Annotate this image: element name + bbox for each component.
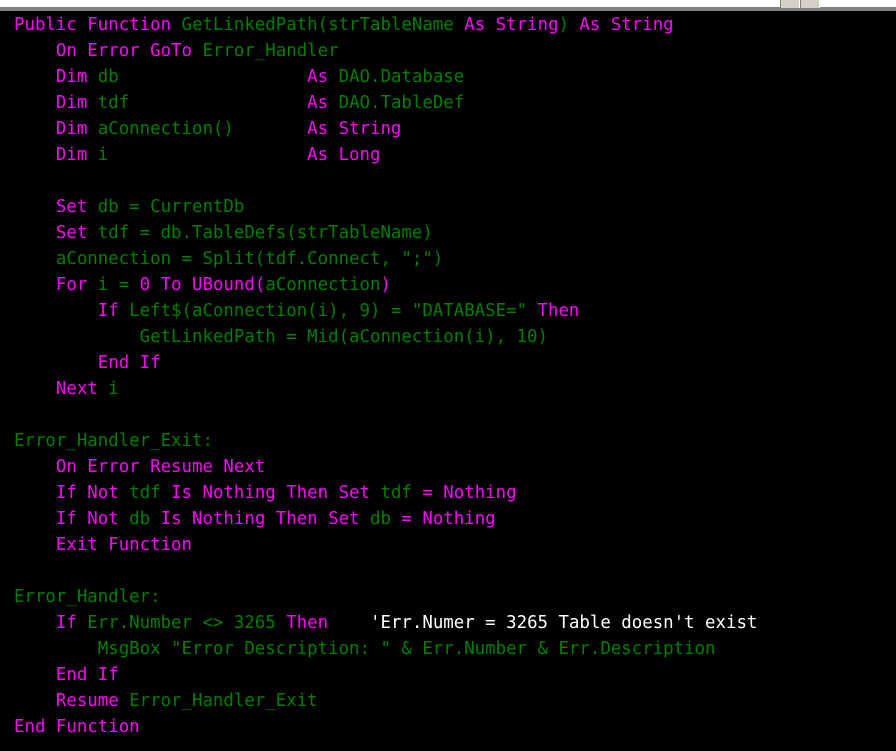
code-token-kw: Then	[537, 301, 580, 321]
code-token-kw: End If	[14, 353, 161, 373]
code-token-id: aConnection = Split(tdf.Connect, ";")	[14, 249, 444, 269]
code-line[interactable]: Set db = CurrentDb	[14, 194, 757, 220]
code-line[interactable]: For i = 0 To UBound(aConnection)	[14, 272, 757, 298]
code-listing[interactable]: Public Function GetLinkedPath(strTableNa…	[14, 12, 757, 740]
code-token-kw: Dim	[14, 93, 98, 113]
code-token-kw: Set	[14, 223, 98, 243]
code-token-kw: )	[380, 275, 391, 295]
code-token-id: tdf = db.TableDefs(strTableName)	[97, 223, 433, 243]
title-bar-button-slot-2[interactable]	[800, 0, 820, 8]
code-token-id	[328, 613, 370, 633]
code-token-id: Left$(aConnection(i), 9) = "DATABASE="	[129, 301, 538, 321]
code-line[interactable]: If Not db Is Nothing Then Set db = Nothi…	[14, 506, 757, 532]
code-line[interactable]: Public Function GetLinkedPath(strTableNa…	[14, 12, 757, 38]
code-line[interactable]: aConnection = Split(tdf.Connect, ";")	[14, 246, 757, 272]
code-line[interactable]: Dim tdf As DAO.TableDef	[14, 90, 757, 116]
code-token-kw: For	[14, 275, 98, 295]
code-token-kw: Set	[14, 197, 98, 217]
code-editor-surface[interactable]: Public Function GetLinkedPath(strTableNa…	[0, 11, 896, 751]
code-token-id: MsgBox "Error Description: " & Err.Numbe…	[14, 639, 716, 659]
code-token-kw: If Not	[14, 483, 130, 503]
code-line[interactable]: Dim i As Long	[14, 142, 757, 168]
code-line[interactable]: End If	[14, 350, 757, 376]
code-line[interactable]: Set tdf = db.TableDefs(strTableName)	[14, 220, 757, 246]
code-token-id: GetLinkedPath(strTableName	[181, 15, 465, 35]
code-line[interactable]: If Left$(aConnection(i), 9) = "DATABASE=…	[14, 298, 757, 324]
title-bar-button-slot-1[interactable]	[780, 0, 800, 8]
code-token-kw: Dim	[14, 145, 98, 165]
code-token-kw: On Error Resume Next	[14, 457, 266, 477]
code-token-kw: As String	[568, 15, 674, 35]
code-token-kw: 0 To UBound(	[139, 275, 266, 295]
code-token-kw: End If	[14, 665, 119, 685]
code-token-kw: End Function	[14, 717, 140, 737]
code-token-id: Err.Number <> 3265	[87, 613, 287, 633]
code-line[interactable]: On Error Resume Next	[14, 454, 757, 480]
code-token-id: )	[558, 15, 569, 35]
code-token-id: db = CurrentDb	[97, 197, 245, 217]
code-line[interactable]: GetLinkedPath = Mid(aConnection(i), 10)	[14, 324, 757, 350]
code-line[interactable]	[14, 168, 757, 194]
code-token-kw: If	[14, 613, 88, 633]
code-token-kw: As String	[464, 15, 559, 35]
code-line[interactable]	[14, 402, 757, 428]
code-token-kw: On Error GoTo	[14, 41, 203, 61]
code-token-id: aConnection()	[97, 119, 308, 139]
code-token-kw: Dim	[14, 119, 98, 139]
code-token-kw: As String	[307, 119, 402, 139]
code-token-id: db	[97, 67, 308, 87]
code-token-id: DAO.TableDef	[338, 93, 465, 113]
code-token-id: i	[97, 275, 119, 295]
code-token-id: aConnection	[265, 275, 381, 295]
code-token-kw: Is Nothing Then Set	[160, 509, 370, 529]
code-token-kw: If	[14, 301, 130, 321]
code-token-kw: Public Function	[14, 15, 182, 35]
code-token-kw: If Not	[14, 509, 130, 529]
code-token-kw: Next	[14, 379, 109, 399]
code-line[interactable]: Dim db As DAO.Database	[14, 64, 757, 90]
code-line[interactable]: MsgBox "Error Description: " & Err.Numbe…	[14, 636, 757, 662]
code-token-kw: Then	[286, 613, 329, 633]
code-token-id: Error_Handler_Exit	[129, 691, 318, 711]
code-line[interactable]: Next i	[14, 376, 757, 402]
code-token-id: Error_Handler_Exit:	[14, 431, 213, 451]
code-line[interactable]: Dim aConnection() As String	[14, 116, 757, 142]
code-line[interactable]: If Err.Number <> 3265 Then 'Err.Numer = …	[14, 610, 758, 636]
title-bar-inner	[0, 0, 896, 8]
code-token-kw: As	[307, 93, 339, 113]
code-line[interactable]: Exit Function	[14, 532, 757, 558]
code-line[interactable]: End Function	[14, 714, 757, 740]
code-line[interactable]: On Error GoTo Error_Handler	[14, 38, 757, 64]
code-token-kw: Resume	[14, 691, 130, 711]
code-token-id: db	[129, 509, 161, 529]
code-token-cmt: 'Err.Numer = 3265 Table doesn't exist	[370, 613, 758, 633]
code-line[interactable]: End If	[14, 662, 757, 688]
code-token-id: =	[118, 275, 140, 295]
code-line[interactable]: Resume Error_Handler_Exit	[14, 688, 757, 714]
code-token-id: tdf	[129, 483, 172, 503]
window-title-bar	[0, 0, 896, 11]
code-token-kw: As Long	[307, 145, 381, 165]
code-token-id: GetLinkedPath = Mid(aConnection(i), 10)	[14, 327, 548, 347]
code-token-kw: Exit Function	[14, 535, 192, 555]
code-token-id: Error_Handler	[202, 41, 339, 61]
code-token-id: Error_Handler:	[14, 587, 161, 607]
code-token-id: i	[97, 145, 308, 165]
code-token-id: i	[108, 379, 119, 399]
code-line[interactable]: Error_Handler:	[14, 584, 757, 610]
code-line[interactable]	[14, 558, 757, 584]
code-token-id: DAO.Database	[338, 67, 465, 87]
code-token-kw: As	[307, 67, 339, 87]
code-token-kw: Is Nothing Then Set	[171, 483, 381, 503]
code-token-kw: = Nothing	[401, 509, 496, 529]
code-token-id: tdf	[97, 93, 308, 113]
code-line[interactable]: If Not tdf Is Nothing Then Set tdf = Not…	[14, 480, 757, 506]
code-token-id: db	[370, 509, 402, 529]
code-token-kw: Dim	[14, 67, 98, 87]
code-token-id: tdf	[380, 483, 423, 503]
code-token-kw: = Nothing	[422, 483, 517, 503]
code-line[interactable]: Error_Handler_Exit:	[14, 428, 757, 454]
